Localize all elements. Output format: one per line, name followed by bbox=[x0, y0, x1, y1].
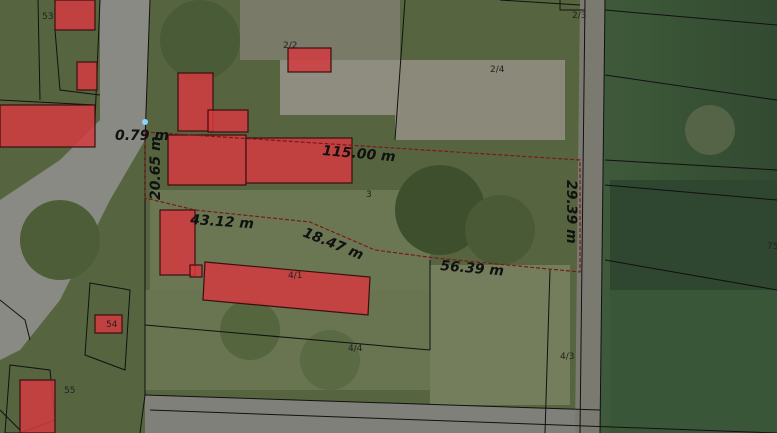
plot-label: 3 bbox=[366, 190, 372, 200]
building bbox=[19, 379, 56, 433]
plot-label: 55 bbox=[64, 386, 75, 396]
measurement-label: 20.65 m bbox=[148, 136, 164, 200]
plot-label: 75 bbox=[767, 242, 777, 252]
plot-label: 4/3 bbox=[560, 352, 574, 362]
plot-label: 2/4 bbox=[490, 65, 505, 75]
plot-label: 54 bbox=[106, 320, 118, 330]
building bbox=[76, 61, 98, 91]
map-view[interactable]: 0.79 m 115.00 m 20.65 m 29.39 m 43.12 m … bbox=[0, 0, 777, 433]
building bbox=[287, 47, 332, 73]
aerial-imagery bbox=[0, 0, 777, 433]
building bbox=[167, 134, 247, 186]
plot-label: 53 bbox=[42, 12, 53, 22]
building bbox=[189, 264, 203, 278]
building bbox=[54, 0, 96, 31]
vertex-marker[interactable] bbox=[142, 119, 148, 125]
building bbox=[207, 109, 249, 133]
measurement-label: 29.39 m bbox=[563, 180, 579, 244]
plot-label: 2/3 bbox=[572, 11, 586, 21]
plot-label: 4/4 bbox=[348, 344, 363, 354]
map-canvas[interactable]: 0.79 m 115.00 m 20.65 m 29.39 m 43.12 m … bbox=[0, 0, 777, 433]
building bbox=[0, 104, 96, 148]
plot-label: 4/1 bbox=[288, 271, 302, 281]
plot-label: 2/2 bbox=[283, 41, 297, 51]
